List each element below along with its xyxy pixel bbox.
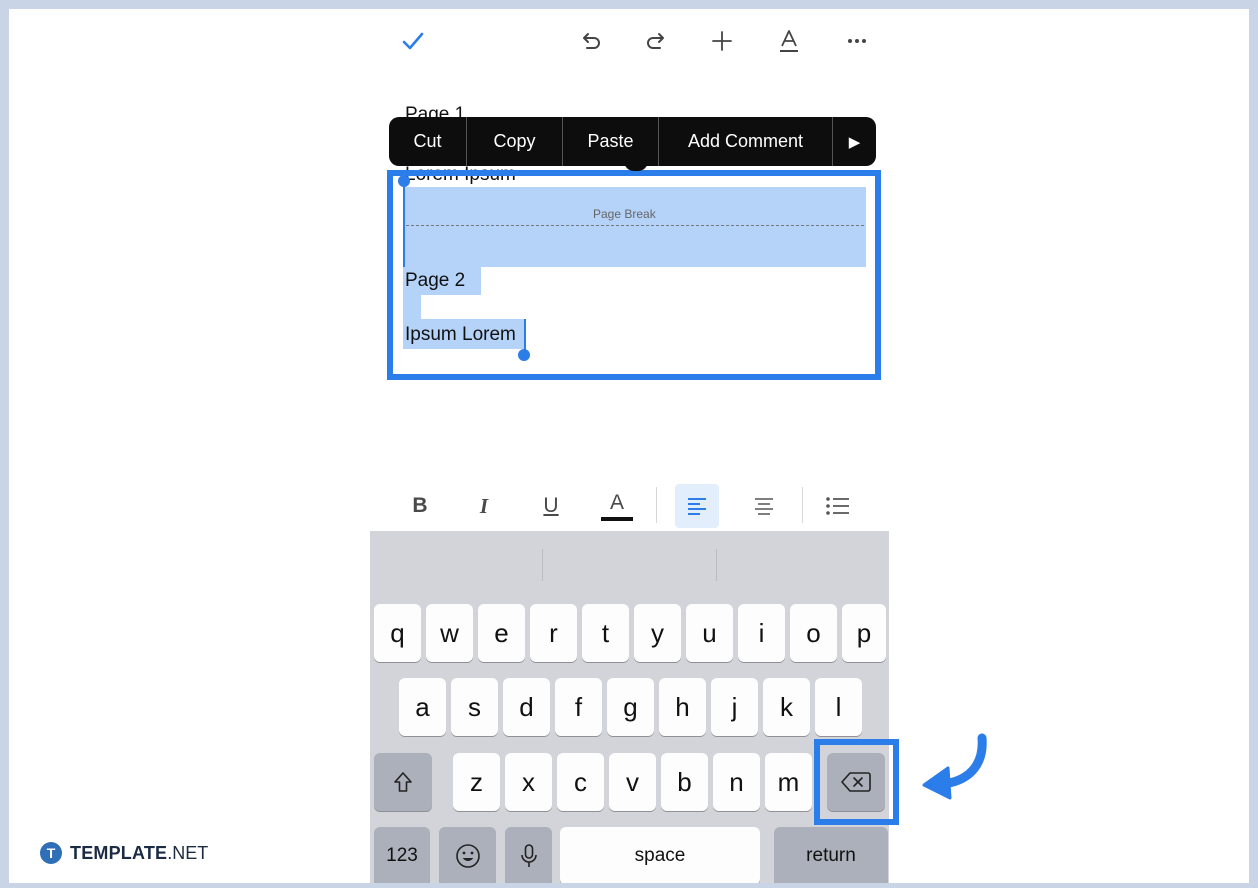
- format-divider: [656, 487, 657, 523]
- key-p[interactable]: p: [842, 604, 886, 662]
- align-center-icon[interactable]: [749, 487, 779, 525]
- shift-key[interactable]: [374, 753, 432, 811]
- underline-button[interactable]: U: [537, 487, 565, 525]
- key-a[interactable]: a: [399, 678, 446, 736]
- return-key[interactable]: return: [774, 827, 888, 883]
- key-n[interactable]: n: [713, 753, 760, 811]
- copy-menu-item[interactable]: Copy: [467, 117, 563, 166]
- suggestion-divider: [542, 549, 543, 581]
- shift-icon: [394, 772, 412, 792]
- logo-badge: T: [40, 842, 62, 864]
- key-s[interactable]: s: [451, 678, 498, 736]
- key-j[interactable]: j: [711, 678, 758, 736]
- key-u[interactable]: u: [686, 604, 733, 662]
- checkmark-icon[interactable]: [400, 29, 426, 53]
- text-color-swatch: [601, 516, 633, 521]
- format-divider: [802, 487, 803, 523]
- key-c[interactable]: c: [557, 753, 604, 811]
- space-key[interactable]: space: [560, 827, 760, 883]
- suggestion-divider: [716, 549, 717, 581]
- microphone-key[interactable]: [505, 827, 552, 883]
- backspace-callout-box: [814, 739, 899, 825]
- key-o[interactable]: o: [790, 604, 837, 662]
- undo-icon[interactable]: [580, 29, 604, 53]
- text-color-button[interactable]: A: [600, 487, 634, 525]
- key-b[interactable]: b: [661, 753, 708, 811]
- key-f[interactable]: f: [555, 678, 602, 736]
- logo-brand: TEMPLATE: [70, 842, 168, 863]
- pointer-arrow-icon: [922, 733, 987, 800]
- key-v[interactable]: v: [609, 753, 656, 811]
- key-i[interactable]: i: [738, 604, 785, 662]
- screenshot-frame: Page 1 Lorem Ipsum Page Break Page 2 Ips…: [9, 9, 1249, 883]
- key-h[interactable]: h: [659, 678, 706, 736]
- cut-menu-item[interactable]: Cut: [389, 117, 467, 166]
- bullet-list-icon[interactable]: [823, 487, 853, 525]
- key-d[interactable]: d: [503, 678, 550, 736]
- microphone-icon: [520, 844, 537, 867]
- selection-callout-box: [387, 170, 881, 380]
- on-screen-keyboard: q w e r t y u i o p a s d f g h j k l z …: [370, 531, 889, 883]
- key-g[interactable]: g: [607, 678, 654, 736]
- template-net-logo: T TEMPLATE .NET: [40, 842, 208, 864]
- plus-icon[interactable]: [710, 29, 734, 53]
- key-q[interactable]: q: [374, 604, 421, 662]
- context-menu: Cut Copy Paste Add Comment ▶: [389, 117, 876, 166]
- bold-button[interactable]: B: [406, 487, 434, 525]
- text-color-label: A: [609, 490, 624, 514]
- italic-button[interactable]: I: [470, 487, 498, 525]
- logo-tld: .NET: [167, 842, 209, 863]
- add-comment-menu-item[interactable]: Add Comment: [659, 117, 833, 166]
- key-m[interactable]: m: [765, 753, 812, 811]
- key-r[interactable]: r: [530, 604, 577, 662]
- more-icon[interactable]: [845, 29, 869, 53]
- paste-menu-item[interactable]: Paste: [563, 117, 659, 166]
- key-l[interactable]: l: [815, 678, 862, 736]
- align-left-icon[interactable]: [675, 484, 719, 528]
- key-t[interactable]: t: [582, 604, 629, 662]
- key-k[interactable]: k: [763, 678, 810, 736]
- text-format-icon[interactable]: [777, 29, 801, 53]
- key-x[interactable]: x: [505, 753, 552, 811]
- redo-icon[interactable]: [643, 29, 667, 53]
- more-arrow-icon[interactable]: ▶: [833, 117, 876, 166]
- numbers-key[interactable]: 123: [374, 827, 430, 883]
- emoji-icon: [455, 844, 480, 868]
- key-e[interactable]: e: [478, 604, 525, 662]
- key-w[interactable]: w: [426, 604, 473, 662]
- emoji-key[interactable]: [439, 827, 496, 883]
- key-z[interactable]: z: [453, 753, 500, 811]
- key-y[interactable]: y: [634, 604, 681, 662]
